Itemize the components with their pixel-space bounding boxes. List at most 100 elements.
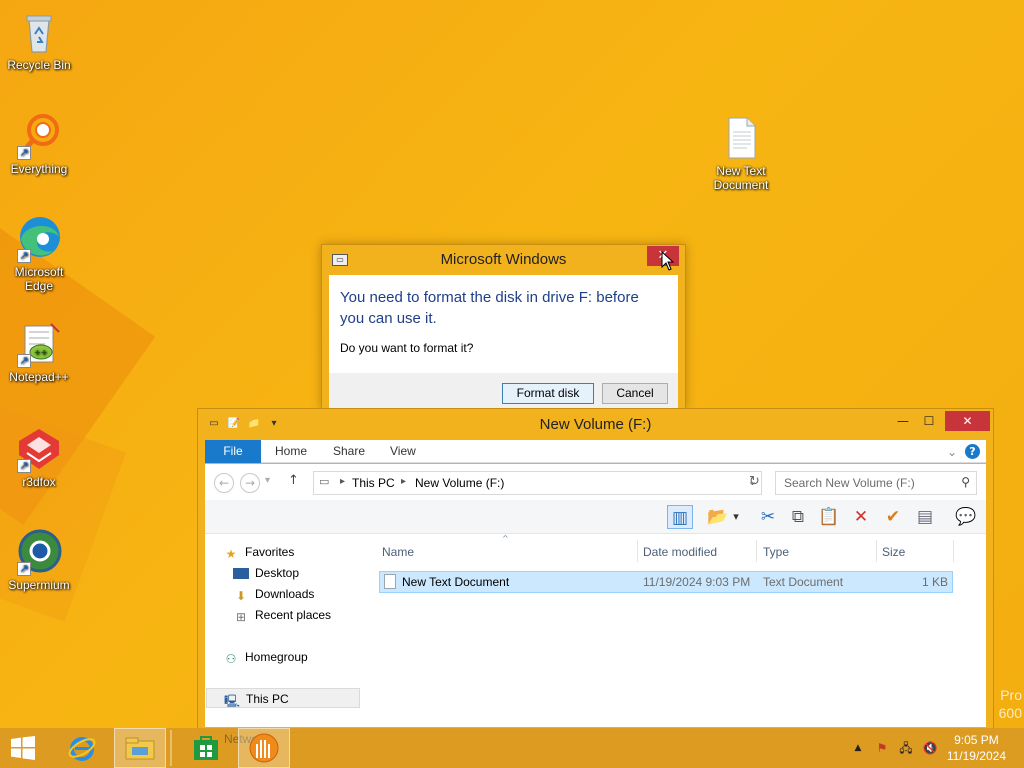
folder-options-icon[interactable]: 📂 <box>705 505 731 529</box>
recent-locations-icon[interactable]: ▾ <box>265 475 270 486</box>
search-input[interactable]: Search New Volume (F:) ⚲ <box>775 471 977 495</box>
app-icon <box>249 733 279 763</box>
file-date: 11/19/2024 9:03 PM <box>643 575 751 589</box>
table-row[interactable]: New Text Document 11/19/2024 9:03 PM Tex… <box>379 571 953 593</box>
shortcut-arrow-icon: ↗ <box>17 249 31 263</box>
dialog-question: Do you want to format it? <box>340 341 474 355</box>
start-button[interactable] <box>0 728 46 768</box>
clock-time: 9:05 PM <box>954 733 999 747</box>
expand-ribbon-icon[interactable]: ⌄ <box>947 445 957 459</box>
taskbar: Network ▲ ⚑ 🖧 🔇 9:05 PM 11/19/2024 <box>0 728 1024 768</box>
preview-pane-icon[interactable]: ▥ <box>667 505 693 529</box>
column-header-date-modified[interactable]: Date modified <box>643 542 717 562</box>
cut-icon[interactable]: ✂ <box>755 505 781 529</box>
chevron-down-icon[interactable]: ▾ <box>729 505 743 529</box>
shortcut-arrow-icon: ↗ <box>17 146 31 160</box>
windows-logo-icon <box>11 736 35 760</box>
explorer-title: New Volume (F:) <box>539 416 652 433</box>
file-explorer-icon <box>125 737 155 760</box>
tab-view[interactable]: View <box>390 440 416 463</box>
nav-item-this-pc[interactable]: 🖳 This PC <box>206 688 360 708</box>
desktop-icon-notepad-plus-plus[interactable]: ++ ↗ Notepad++ <box>2 320 76 384</box>
nav-item-recent-places[interactable]: ⊞ Recent places <box>233 605 331 625</box>
shortcut-arrow-icon: ↗ <box>17 562 31 576</box>
network-icon[interactable]: 🖧 <box>898 741 914 755</box>
downloads-icon: ⬇ <box>235 589 247 603</box>
chat-icon[interactable]: 💬 <box>953 505 979 529</box>
nav-item-desktop[interactable]: Desktop <box>233 563 299 583</box>
tab-home[interactable]: Home <box>275 440 307 463</box>
explorer-titlebar[interactable]: ▭ 📝 📁 ▾ New Volume (F:) — ☐ ✕ <box>198 409 993 439</box>
file-name: New Text Document <box>402 575 510 589</box>
desktop-icon-new-text-document[interactable]: New Text Document <box>704 114 778 192</box>
taskbar-divider <box>170 730 172 766</box>
supermium-icon: ↗ <box>15 528 63 576</box>
tab-file[interactable]: File <box>205 440 261 463</box>
column-header-type[interactable]: Type <box>763 542 789 562</box>
desktop-icon-microsoft-edge[interactable]: ↗ Microsoft Edge <box>2 215 76 293</box>
clock[interactable]: 9:05 PM 11/19/2024 <box>947 732 1006 764</box>
maximize-button[interactable]: ☐ <box>919 411 939 431</box>
address-bar[interactable]: ▭ ▸ This PC ▸ New Volume (F:) ⌄ <box>313 471 762 495</box>
action-center-icon[interactable]: ⚑ <box>874 741 890 755</box>
minimize-button[interactable]: — <box>893 411 913 431</box>
taskbar-file-explorer[interactable] <box>114 728 166 768</box>
breadcrumb-this-pc[interactable]: This PC <box>352 476 395 490</box>
recycle-bin-icon <box>15 8 63 56</box>
paste-icon[interactable]: 📋 <box>816 505 842 529</box>
nav-item-favorites[interactable]: ★ Favorites <box>223 542 295 562</box>
r3dfox-icon: ↗ <box>15 425 63 473</box>
column-separator[interactable] <box>876 540 877 562</box>
help-icon[interactable]: ? <box>965 444 980 459</box>
delete-icon[interactable]: ✕ <box>848 505 874 529</box>
text-file-icon <box>384 574 396 589</box>
back-button[interactable]: ← <box>214 473 234 493</box>
taskbar-app[interactable] <box>238 728 290 768</box>
show-hidden-icons-icon[interactable]: ▲ <box>850 741 866 755</box>
column-header-size[interactable]: Size <box>882 542 905 562</box>
up-button[interactable]: ↑ <box>288 473 299 488</box>
desktop-icon-recycle-bin[interactable]: Recycle Bin <box>2 8 76 72</box>
nav-item-homegroup[interactable]: ⚇ Homegroup <box>223 647 308 667</box>
file-explorer-window: ▭ 📝 📁 ▾ New Volume (F:) — ☐ ✕ File Home … <box>197 408 994 733</box>
desktop-icon-supermium[interactable]: ↗ Supermium <box>2 528 76 592</box>
dialog-title: Microsoft Windows <box>440 251 567 268</box>
search-icon[interactable]: ⚲ <box>961 475 970 489</box>
recent-places-icon: ⊞ <box>235 610 247 624</box>
dialog-body: You need to format the disk in drive F: … <box>329 275 678 373</box>
tab-share[interactable]: Share <box>333 440 365 463</box>
star-icon: ★ <box>225 547 237 561</box>
chevron-right-icon: ▸ <box>401 476 407 487</box>
format-disk-dialog: ▭ Microsoft Windows ✕ You need to format… <box>321 244 686 410</box>
dialog-titlebar[interactable]: ▭ Microsoft Windows ✕ <box>322 245 685 275</box>
rename-icon[interactable]: ✔ <box>880 505 906 529</box>
column-separator[interactable] <box>637 540 638 562</box>
file-size: 1 KB <box>921 575 948 589</box>
chevron-right-icon: ▸ <box>340 476 346 487</box>
format-disk-button[interactable]: Format disk <box>502 383 594 404</box>
column-header-name[interactable]: Name <box>382 542 414 562</box>
store-icon <box>194 736 218 760</box>
everything-icon: ↗ <box>15 112 63 160</box>
close-button[interactable]: ✕ <box>945 411 990 431</box>
homegroup-icon: ⚇ <box>225 652 237 666</box>
breadcrumb-new-volume[interactable]: New Volume (F:) <box>415 476 504 490</box>
cancel-button[interactable]: Cancel <box>602 383 668 404</box>
volume-muted-icon[interactable]: 🔇 <box>922 741 938 755</box>
copy-icon[interactable]: ⧉ <box>785 505 811 529</box>
navigation-bar: ← → ▾ ↑ ▭ ▸ This PC ▸ New Volume (F:) ⌄ … <box>205 464 986 500</box>
nav-item-downloads[interactable]: ⬇ Downloads <box>233 584 314 604</box>
desktop-icon <box>233 568 249 579</box>
forward-button[interactable]: → <box>240 473 260 493</box>
mouse-cursor-icon <box>661 251 675 271</box>
sort-indicator-icon: ^ <box>502 534 509 543</box>
column-separator[interactable] <box>756 540 757 562</box>
refresh-icon[interactable]: ↻ <box>749 474 760 489</box>
column-separator[interactable] <box>953 540 954 562</box>
desktop-icon-r3dfox[interactable]: ↗ r3dfox <box>2 425 76 489</box>
taskbar-internet-explorer[interactable] <box>56 728 108 768</box>
clock-date: 11/19/2024 <box>946 749 1006 763</box>
properties-icon[interactable]: ▤ <box>912 505 938 529</box>
desktop-icon-everything[interactable]: ↗ Everything <box>2 112 76 176</box>
internet-explorer-icon <box>68 737 96 761</box>
